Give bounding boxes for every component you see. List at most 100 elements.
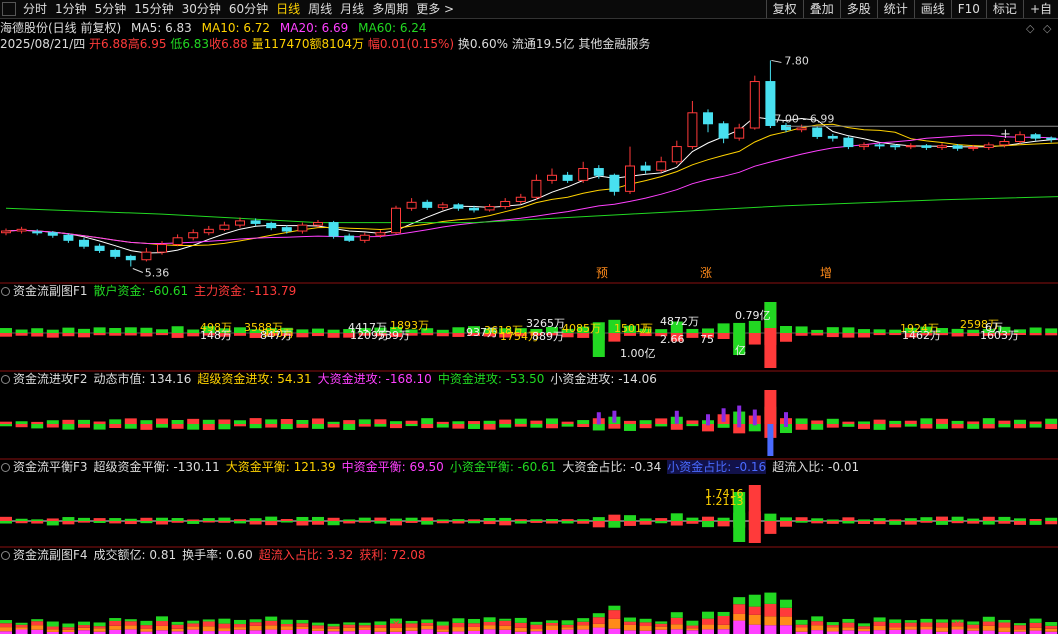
panel4-bar-segment [998,619,1011,623]
tab-9[interactable]: 多周期 [368,0,412,18]
panel1-bar-retail [358,328,371,333]
panel4-bar-segment [655,621,668,624]
panel1-bar-retail [265,328,278,333]
panel1-bar-main [390,333,402,337]
panel4-bar-segment [234,619,246,625]
panel4-bar-segment [296,626,309,630]
tab-6[interactable]: 日线 [272,0,304,18]
panel3-bar [624,521,636,526]
panel3-bar [858,521,870,524]
panel2-bar [62,419,75,424]
panel-settings-icon[interactable] [1,463,10,472]
tab-10[interactable]: 更多 > [412,0,458,18]
panel4-bar-segment [639,626,652,631]
diamond-icon-2[interactable]: ◇ [1043,22,1051,36]
panel1-bar-retail [764,314,777,333]
toolbar-button-1[interactable]: 叠加 [802,0,840,18]
panel1-bar-retail [249,329,262,333]
panel3-bar [546,519,558,521]
panel2-bar [936,418,948,424]
tab-5[interactable]: 60分钟 [225,0,272,18]
panel2-bar [967,424,980,429]
panel-settings-icon[interactable] [1,551,10,560]
tab-4[interactable]: 30分钟 [178,0,225,18]
panel2-bar [951,424,964,429]
panel2-bar [1014,424,1026,429]
panel1-value-label: 2.66 [660,333,685,346]
panel-toggle-icon[interactable] [2,2,16,16]
tab-1[interactable]: 1分钟 [51,0,91,18]
tab-7[interactable]: 周线 [304,0,336,18]
kline-chart[interactable]: 7.80 7.00 - 6.99 5.36 + 预 涨 增 498万148万 3588万930万… [0,0,1058,634]
panel2-bar [1045,424,1058,429]
panel2-bar [15,424,28,428]
panel1-bar-retail [156,329,168,333]
panel2-bar [265,424,278,428]
toolbar-button-5[interactable]: F10 [950,0,986,18]
panel1-bar-main [967,333,980,337]
panel2-bar-thin [737,405,742,428]
panel4-bar-segment [249,625,262,631]
toolbar-button-2[interactable]: 多股 [839,0,877,18]
panel1-value-label: 1754万 [500,330,539,343]
panel3-bar [31,519,44,521]
panel1-bar-main [483,333,496,337]
tab-2[interactable]: 5分钟 [91,0,131,18]
panel1-bar-main [343,333,356,338]
toolbar-button-0[interactable]: 复权 [765,0,803,18]
panel3-bar [514,521,527,524]
panel1-bar-retail [967,329,980,333]
candle-body [469,207,479,211]
panel4-bar-segment [0,623,12,628]
panel2-bar [842,424,855,427]
panel1-bar-retail [873,329,886,333]
panel4-bar-segment [1029,622,1042,628]
panel1-bar-main [889,333,902,336]
candle-body [422,201,433,208]
candle-body [437,204,448,208]
panel4-bar-segment [156,616,168,622]
panel4-bar-segment [218,623,231,629]
panel4-bar-segment [514,627,527,632]
panel4-bar-segment [46,621,59,627]
tab-3[interactable]: 15分钟 [130,0,177,18]
panel4-bar-segment [218,628,231,632]
toolbar-button-3[interactable]: 统计 [876,0,914,18]
panel4-bar-segment [62,623,75,628]
panel2-bar [296,419,309,424]
panel4-bar-segment [608,618,621,629]
tab-0[interactable]: 分时 [19,0,51,18]
panel2-bar [249,418,262,424]
ma10-value: MA10: 6.72 [201,21,271,35]
panel3-bar [327,517,340,521]
candle-body [188,232,199,239]
candle-body [874,144,885,147]
tab-8[interactable]: 月线 [336,0,368,18]
panel2-bar [358,419,371,424]
panel3-bar [577,521,590,524]
panel4-bar-segment [187,629,200,634]
panel2-bar [436,424,449,428]
panel3-bar [31,521,44,524]
panel-settings-icon[interactable] [1,287,10,296]
toolbar-button-4[interactable]: 画线 [913,0,951,18]
panel1-bar-retail [936,328,948,333]
ma5-line [5,116,1058,254]
candle-body [687,112,698,148]
panel-settings-icon[interactable] [1,375,10,384]
panel4-bar-segment [109,618,122,621]
panel4-bar-segment [156,621,168,626]
panel3-bar [577,519,590,521]
panel1-bar-main [670,333,683,342]
toolbar-button-7[interactable]: +自 [1022,0,1058,18]
panel3-bar [296,521,309,526]
panel4-bar-segment [1045,622,1058,626]
panel4-bar-segment [312,625,324,629]
candle-body [905,145,916,148]
toolbar-button-6[interactable]: 标记 [985,0,1023,18]
panel3-bar [702,516,714,521]
panel1-bar-retail [998,326,1011,333]
panel1-bar-main [686,333,699,338]
diamond-icon[interactable]: ◇ [1026,22,1034,36]
panel1-bar-retail [624,325,636,333]
